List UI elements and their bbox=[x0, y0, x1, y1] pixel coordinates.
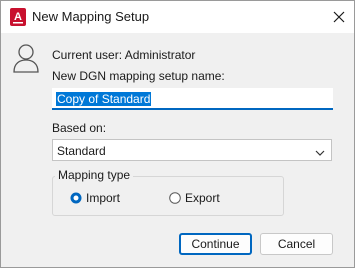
user-icon bbox=[12, 43, 40, 73]
based-on-label: Based on: bbox=[52, 121, 107, 135]
mapping-type-title: Mapping type bbox=[55, 168, 134, 182]
import-radio-label[interactable]: Import bbox=[86, 191, 120, 205]
close-icon bbox=[333, 11, 345, 23]
setup-name-input[interactable]: Copy of Standard bbox=[52, 88, 333, 110]
chevron-down-icon bbox=[315, 146, 325, 156]
autocad-icon: A bbox=[10, 8, 26, 26]
window-title: New Mapping Setup bbox=[32, 9, 150, 24]
current-user-text: Current user: Administrator bbox=[52, 48, 196, 62]
import-radio[interactable] bbox=[70, 192, 82, 204]
dialog-window: A New Mapping Setup Current user: Admini… bbox=[0, 0, 355, 268]
setup-name-value: Copy of Standard bbox=[56, 92, 152, 106]
export-radio-label[interactable]: Export bbox=[185, 191, 220, 205]
setup-name-label: New DGN mapping setup name: bbox=[52, 69, 225, 83]
svg-text:A: A bbox=[14, 11, 22, 23]
export-radio[interactable] bbox=[169, 192, 181, 204]
based-on-value: Standard bbox=[57, 144, 106, 158]
based-on-dropdown[interactable]: Standard bbox=[52, 139, 332, 161]
title-bar: A New Mapping Setup bbox=[1, 1, 354, 33]
cancel-button[interactable]: Cancel bbox=[260, 233, 333, 255]
close-button[interactable] bbox=[324, 1, 354, 33]
continue-button[interactable]: Continue bbox=[179, 233, 252, 255]
